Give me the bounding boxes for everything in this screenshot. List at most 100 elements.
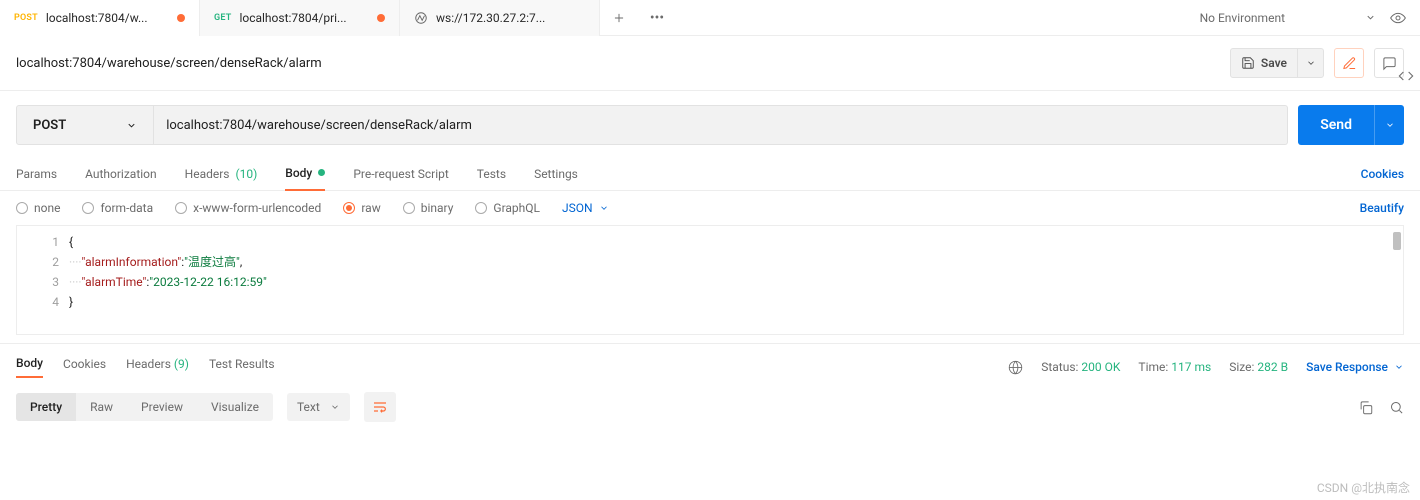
radio-label: binary (421, 201, 454, 215)
response-headers-count: (9) (174, 357, 189, 371)
method-label: POST (33, 118, 66, 133)
tab-authorization[interactable]: Authorization (85, 157, 157, 191)
tab-body-label: Body (285, 166, 312, 180)
beautify-link[interactable]: Beautify (1360, 201, 1404, 215)
tab-tests[interactable]: Tests (477, 157, 506, 191)
view-preview[interactable]: Preview (127, 393, 197, 421)
method-tag-post: POST (14, 13, 38, 23)
radio-icon (82, 202, 94, 214)
time-block: Time: 117 ms (1138, 360, 1211, 374)
watermark: CSDN @北执南念 (1317, 479, 1410, 496)
radio-icon (403, 202, 415, 214)
environment-select[interactable]: No Environment (1200, 11, 1376, 25)
send-label: Send (1298, 117, 1374, 133)
view-mode-toggle: Pretty Raw Preview Visualize (16, 393, 273, 421)
radio-label: form-data (100, 201, 153, 215)
request-title-row: localhost:7804/warehouse/screen/denseRac… (0, 36, 1420, 91)
body-radio-formdata[interactable]: form-data (82, 201, 153, 215)
search-icon[interactable] (1389, 400, 1404, 415)
radio-icon (343, 202, 355, 214)
top-right-tools: No Environment (1200, 0, 1420, 36)
save-label: Save (1261, 56, 1287, 70)
edit-button[interactable] (1334, 48, 1364, 78)
response-meta: Status: 200 OK Time: 117 ms Size: 282 B … (1008, 360, 1404, 375)
unsaved-dot-icon (177, 14, 185, 22)
wrap-lines-button[interactable] (364, 392, 396, 422)
body-radio-graphql[interactable]: GraphQL (475, 201, 540, 215)
body-language-label: JSON (562, 201, 593, 215)
chevron-down-icon (1394, 362, 1404, 372)
url-input[interactable] (154, 105, 1288, 145)
new-tab-button[interactable] (600, 0, 638, 36)
save-response-link[interactable]: Save Response (1306, 360, 1404, 374)
line-gutter: 1 2 3 4 (17, 226, 69, 334)
body-radio-binary[interactable]: binary (403, 201, 454, 215)
response-tab-cookies[interactable]: Cookies (63, 357, 106, 377)
request-tab-3[interactable]: ws://172.30.27.2:7... (400, 0, 600, 36)
view-raw[interactable]: Raw (76, 393, 127, 421)
method-select[interactable]: POST (16, 105, 154, 145)
tab-settings[interactable]: Settings (534, 157, 578, 191)
radio-label: GraphQL (493, 201, 540, 215)
send-button[interactable]: Send (1298, 105, 1404, 145)
body-radio-raw[interactable]: raw (343, 201, 380, 215)
title-actions: Save (1230, 48, 1404, 78)
radio-label: none (34, 201, 60, 215)
method-tag-get: GET (214, 13, 231, 23)
request-subtabs: Params Authorization Headers (10) Body P… (0, 157, 1420, 191)
body-radio-none[interactable]: none (16, 201, 60, 215)
chevron-down-icon (1365, 12, 1376, 23)
response-view-row: Pretty Raw Preview Visualize Text (0, 386, 1420, 428)
tab-title: ws://172.30.27.2:7... (436, 11, 585, 25)
response-header: Body Cookies Headers (9) Test Results St… (0, 343, 1420, 386)
chevron-down-icon (330, 402, 340, 412)
size-block: Size: 282 B (1229, 360, 1288, 374)
format-label: Text (297, 400, 320, 414)
response-tab-testresults[interactable]: Test Results (209, 357, 275, 377)
tab-prerequest[interactable]: Pre-request Script (353, 157, 448, 191)
body-radio-xwww[interactable]: x-www-form-urlencoded (175, 201, 321, 215)
copy-icon[interactable] (1358, 400, 1373, 415)
response-tab-headers[interactable]: Headers (9) (126, 357, 189, 377)
body-type-row: none form-data x-www-form-urlencoded raw… (0, 191, 1420, 225)
save-button[interactable]: Save (1230, 48, 1324, 78)
cookies-link[interactable]: Cookies (1361, 167, 1404, 181)
body-language-select[interactable]: JSON (562, 201, 609, 215)
view-pretty[interactable]: Pretty (16, 393, 76, 421)
radio-label: raw (361, 201, 380, 215)
save-dropdown[interactable] (1297, 49, 1323, 77)
globe-icon[interactable] (1008, 360, 1023, 375)
headers-count: (10) (236, 167, 258, 181)
environment-quicklook-icon[interactable] (1390, 10, 1406, 26)
radio-label: x-www-form-urlencoded (193, 201, 321, 215)
send-dropdown[interactable] (1374, 105, 1404, 145)
save-icon (1241, 56, 1255, 70)
request-url-row: POST Send (0, 91, 1420, 157)
tab-headers-label: Headers (185, 167, 230, 181)
websocket-icon (414, 11, 428, 25)
status-block: Status: 200 OK (1041, 360, 1120, 374)
code-panel-icon[interactable] (1398, 68, 1414, 84)
request-tab-1[interactable]: POST localhost:7804/w... (0, 0, 200, 36)
unsaved-dot-icon (377, 14, 385, 22)
save-response-label: Save Response (1306, 360, 1388, 374)
code-content: { ····"alarmInformation":"温度过高", ····"al… (69, 226, 267, 334)
tab-body[interactable]: Body (285, 157, 325, 191)
response-tab-body[interactable]: Body (16, 356, 43, 378)
tab-params[interactable]: Params (16, 157, 57, 191)
tab-overflow-button[interactable]: ••• (638, 0, 676, 36)
body-active-dot-icon (318, 169, 325, 176)
view-visualize[interactable]: Visualize (197, 393, 273, 421)
request-title: localhost:7804/warehouse/screen/denseRac… (16, 56, 322, 71)
body-editor[interactable]: 1 2 3 4 { ····"alarmInformation":"温度过高",… (16, 225, 1404, 335)
response-format-select[interactable]: Text (287, 393, 350, 421)
chevron-down-icon (126, 120, 137, 131)
radio-icon (175, 202, 187, 214)
radio-icon (475, 202, 487, 214)
radio-icon (16, 202, 28, 214)
tab-bar: POST localhost:7804/w... GET localhost:7… (0, 0, 1420, 36)
tab-headers[interactable]: Headers (10) (185, 157, 258, 191)
request-tab-2[interactable]: GET localhost:7804/pri... (200, 0, 400, 36)
scrollbar-thumb[interactable] (1393, 232, 1401, 250)
tab-title: localhost:7804/pri... (239, 11, 369, 25)
